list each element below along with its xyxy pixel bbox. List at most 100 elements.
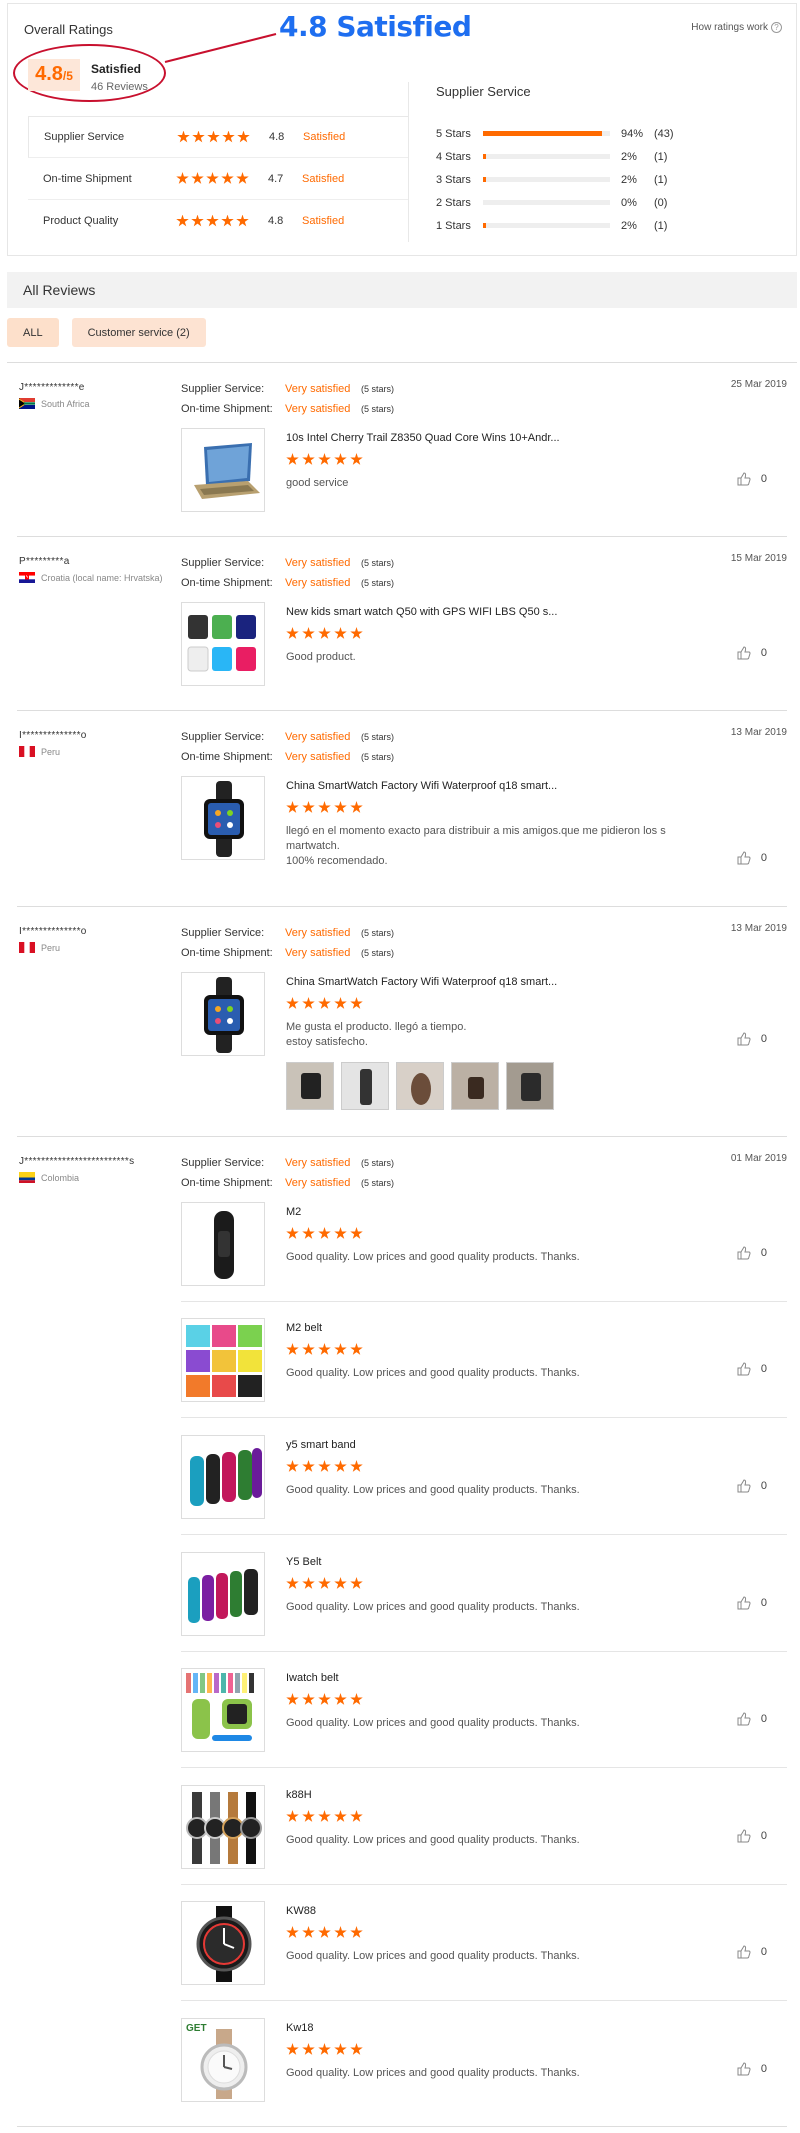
svc-stars: (5 stars) [361, 948, 395, 958]
helpful-button[interactable]: 0 [737, 646, 767, 660]
product-title[interactable]: Y5 Belt [286, 1556, 321, 1568]
review-photo[interactable] [286, 1062, 334, 1110]
product-title[interactable]: M2 belt [286, 1322, 322, 1334]
thumbs-up-icon[interactable] [737, 1479, 751, 1493]
product-title[interactable]: Kw18 [286, 2022, 314, 2034]
review-text: Good quality. Low prices and good qualit… [286, 1251, 580, 1263]
product-image[interactable] [181, 1901, 265, 1985]
product-image[interactable] [181, 776, 265, 860]
helpful-button[interactable]: 0 [737, 1596, 767, 1610]
product-image[interactable] [181, 1668, 265, 1752]
thumbs-up-icon[interactable] [737, 1829, 751, 1843]
review-item: y5 smart band Good quality. Low prices a… [181, 1435, 787, 1535]
star-rating [176, 214, 249, 228]
thumbs-up-icon[interactable] [737, 646, 751, 660]
product-image[interactable] [181, 1318, 265, 1402]
helpful-button[interactable]: 0 [737, 851, 767, 865]
star-rating [286, 1577, 363, 1590]
helpful-count: 0 [760, 1247, 767, 1259]
thumbs-up-icon[interactable] [737, 2062, 751, 2076]
filter-customer-service-button[interactable]: Customer service (2) [71, 318, 206, 347]
product-image[interactable] [181, 1435, 265, 1519]
helpful-button[interactable]: 0 [737, 1246, 767, 1260]
product-image[interactable] [181, 602, 265, 686]
distribution-row: 5 Stars 94% (43) [436, 122, 736, 145]
svc-stars: (5 stars) [361, 732, 395, 742]
helpful-count: 0 [760, 1946, 767, 1958]
review-photo[interactable] [451, 1062, 499, 1110]
review-photo[interactable] [506, 1062, 554, 1110]
product-title[interactable]: 10s Intel Cherry Trail Z8350 Quad Core W… [286, 432, 560, 444]
star-icon [350, 627, 363, 639]
review-text-line: llegó en el momento exacto para distribu… [286, 825, 666, 837]
reviewer-country: Peru [19, 746, 60, 757]
svc-stars: (5 stars) [361, 752, 395, 762]
product-image[interactable] [181, 428, 265, 512]
helpful-button[interactable]: 0 [737, 1945, 767, 1959]
thumbs-up-icon[interactable] [737, 851, 751, 865]
filter-all-button[interactable]: ALL [7, 318, 59, 347]
product-image[interactable] [181, 972, 265, 1056]
review-photo[interactable] [341, 1062, 389, 1110]
svc-label: On-time Shipment: [181, 577, 273, 589]
product-image[interactable] [181, 1202, 265, 1286]
thumbs-up-icon[interactable] [737, 1596, 751, 1610]
metric-value: 4.8 [269, 131, 285, 143]
thumbs-up-icon[interactable] [737, 1246, 751, 1260]
country-name: Peru [41, 942, 61, 953]
product-image[interactable]: GET [181, 2018, 265, 2102]
product-image[interactable] [181, 1785, 265, 1869]
help-icon[interactable]: ? [771, 22, 782, 33]
thumbs-up-icon[interactable] [737, 1362, 751, 1376]
review-card: I**************o Peru Supplier Service: V… [17, 711, 787, 907]
reviewer-name: J*************************s [19, 1156, 135, 1167]
product-image[interactable] [181, 1552, 265, 1636]
helpful-button[interactable]: 0 [737, 1479, 767, 1493]
product-title[interactable]: Iwatch belt [286, 1672, 339, 1684]
thumbs-up-icon[interactable] [737, 1945, 751, 1959]
all-reviews-title: All Reviews [23, 282, 96, 298]
country-name: Croatia (local name: Hrvatska) [41, 572, 163, 583]
all-reviews-header: All Reviews [7, 272, 797, 308]
product-title[interactable]: M2 [286, 1206, 301, 1218]
product-title[interactable]: China SmartWatch Factory Wifi Waterproof… [286, 976, 557, 988]
star-icon [302, 1926, 315, 1938]
thumbs-up-icon[interactable] [737, 1032, 751, 1046]
review-photo[interactable] [396, 1062, 444, 1110]
supplier-service-line: Supplier Service: Very satisfied (5 stars) [181, 1153, 394, 1173]
product-title[interactable]: China SmartWatch Factory Wifi Waterproof… [286, 780, 557, 792]
product-title[interactable]: KW88 [286, 1905, 316, 1917]
star-icon [286, 1693, 299, 1705]
product-title[interactable]: k88H [286, 1789, 312, 1801]
distribution-percent: 2% [621, 150, 637, 163]
distribution-bar-fill [483, 177, 486, 182]
helpful-button[interactable]: 0 [737, 1032, 767, 1046]
star-icon [318, 1227, 331, 1239]
helpful-button[interactable]: 0 [737, 2062, 767, 2076]
star-icon [302, 1460, 315, 1472]
distribution-percent: 94% [621, 127, 644, 140]
helpful-button[interactable]: 0 [737, 1829, 767, 1843]
review-date: 13 Mar 2019 [730, 923, 787, 934]
review-text: Good quality. Low prices and good qualit… [286, 1834, 580, 1846]
helpful-button[interactable]: 0 [737, 1712, 767, 1726]
svc-value: Very satisfied [285, 383, 351, 395]
thumbs-up-icon[interactable] [737, 1712, 751, 1726]
distribution-label: 5 Stars [436, 127, 471, 140]
how-ratings-work-link[interactable]: How ratings work ? [691, 22, 782, 33]
svc-stars: (5 stars) [361, 928, 395, 938]
distribution-count: (1) [654, 150, 668, 163]
review-card: P*********a Croatia (local name: Hrvatsk… [17, 537, 787, 711]
metric-value: 4.8 [268, 215, 284, 227]
thumbs-up-icon[interactable] [737, 472, 751, 486]
product-title[interactable]: New kids smart watch Q50 with GPS WIFI L… [286, 606, 557, 618]
product-title[interactable]: y5 smart band [286, 1439, 356, 1451]
review-text-line: Me gusta el producto. llegó a tiempo. [286, 1021, 467, 1033]
distribution-count: (43) [654, 127, 674, 140]
helpful-button[interactable]: 0 [737, 1362, 767, 1376]
how-ratings-work-label[interactable]: How ratings work [691, 22, 768, 33]
review-text: Good quality. Low prices and good qualit… [286, 1484, 580, 1496]
svc-value: Very satisfied [285, 1177, 351, 1189]
star-icon [302, 801, 315, 813]
helpful-button[interactable]: 0 [737, 472, 767, 486]
